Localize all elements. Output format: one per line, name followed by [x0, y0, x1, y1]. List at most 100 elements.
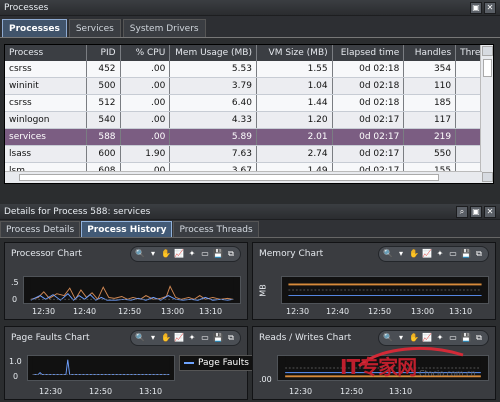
reads-writes-xtick-3: 13:10: [389, 387, 413, 396]
dropdown-icon[interactable]: ▾: [396, 333, 406, 343]
scroll-down-button[interactable]: [482, 172, 493, 182]
chart-icon[interactable]: 📈: [422, 249, 432, 259]
table-row[interactable]: wininit 500.00 3.79 1.04 0d 02:18 110: [5, 78, 493, 95]
processor-chart-panel: Processor Chart 🔍 ▾ ✋ 📈 ✦ ▭ 💾 ⧉ .5 0 12:…: [4, 242, 248, 320]
hand-icon[interactable]: ✋: [161, 249, 171, 259]
table-cell: 0d 02:17: [333, 146, 405, 162]
copy-icon[interactable]: ⧉: [226, 333, 236, 343]
close-icon[interactable]: ✕: [484, 1, 496, 14]
save-icon[interactable]: 💾: [213, 249, 223, 259]
memory-xtick-3: 12:50: [368, 307, 392, 316]
save-icon[interactable]: 💾: [461, 333, 471, 343]
zoom-icon[interactable]: 🔍: [135, 333, 145, 343]
reads-writes-ytick: .00: [259, 375, 272, 384]
window-buttons: ▣ ✕: [470, 1, 496, 14]
memory-xtick-1: 12:30: [286, 307, 310, 316]
page-faults-chart-title: Page Faults Chart: [11, 333, 90, 343]
table-cell: 2.74: [257, 146, 333, 162]
chart-icon[interactable]: 📈: [422, 333, 432, 343]
col-cpu[interactable]: % CPU: [121, 45, 171, 61]
process-table: Process PID % CPU Mem Usage (MB) VM Size…: [4, 44, 494, 184]
table-cell: 7.63: [170, 146, 257, 162]
col-handles[interactable]: Handles: [404, 45, 457, 61]
window-icon[interactable]: ▭: [448, 333, 458, 343]
marker-icon[interactable]: ✦: [187, 333, 197, 343]
zoom-icon[interactable]: 🔍: [383, 333, 393, 343]
table-body: csrss 452.00 5.53 1.55 0d 02:18 354 wininit 500…: [5, 61, 493, 183]
copy-icon[interactable]: ⧉: [474, 249, 484, 259]
table-cell: 0d 02:18: [333, 61, 405, 77]
col-mem[interactable]: Mem Usage (MB): [170, 45, 257, 61]
table-row[interactable]: csrss 452.00 5.53 1.55 0d 02:18 354: [5, 61, 493, 78]
tab-system-drivers[interactable]: System Drivers: [122, 19, 206, 37]
horizontal-scroll-thumb[interactable]: [19, 174, 439, 181]
table-row[interactable]: csrss 512.00 6.40 1.44 0d 02:18 185: [5, 95, 493, 112]
zoom-icon[interactable]: 🔍: [383, 249, 393, 259]
col-pid[interactable]: PID: [87, 45, 121, 61]
tab-processes[interactable]: Processes: [2, 19, 67, 37]
col-process[interactable]: Process: [5, 45, 87, 61]
hand-icon[interactable]: ✋: [409, 333, 419, 343]
processor-xtick-2: 12:40: [73, 307, 97, 316]
dropdown-icon[interactable]: ▾: [396, 249, 406, 259]
table-cell: 117: [404, 112, 457, 128]
hand-icon[interactable]: ✋: [409, 249, 419, 259]
zoom-icon[interactable]: 🔍: [135, 249, 145, 259]
page-faults-xtick-2: 12:50: [89, 387, 113, 396]
table-cell: 5.89: [170, 129, 257, 145]
table-row[interactable]: lsass 600 1.90 7.63 2.74 0d 02:17 550: [5, 146, 493, 163]
table-cell: csrss: [5, 95, 87, 111]
details-title: Details for Process 588: services: [4, 206, 151, 217]
tab-process-history[interactable]: Process History: [81, 221, 173, 237]
marker-icon[interactable]: ✦: [435, 249, 445, 259]
memory-chart-plot: [281, 276, 489, 304]
close-icon[interactable]: ✕: [484, 205, 496, 218]
table-row[interactable]: winlogon 540.00 4.33 1.20 0d 02:17 117: [5, 112, 493, 129]
processor-chart-header: Processor Chart 🔍 ▾ ✋ 📈 ✦ ▭ 💾 ⧉: [5, 243, 247, 265]
table-cell: 1.55: [257, 61, 333, 77]
table-cell: 354: [404, 61, 457, 77]
chart-icon[interactable]: 📈: [174, 333, 184, 343]
table-header: Process PID % CPU Mem Usage (MB) VM Size…: [5, 45, 493, 61]
page-faults-chart-plot: [27, 355, 175, 381]
dropdown-icon[interactable]: ▾: [148, 249, 158, 259]
memory-xtick-4: 13:00: [411, 307, 435, 316]
window-icon[interactable]: ▭: [200, 249, 210, 259]
tab-process-threads[interactable]: Process Threads: [173, 221, 259, 237]
table-cell: 6.40: [170, 95, 257, 111]
table-cell: 1.90: [121, 146, 171, 162]
vertical-scroll-thumb[interactable]: [483, 59, 492, 77]
save-icon[interactable]: 💾: [461, 249, 471, 259]
tab-services[interactable]: Services: [68, 19, 121, 37]
hand-icon[interactable]: ✋: [161, 333, 171, 343]
processor-chart-title: Processor Chart: [11, 249, 82, 259]
table-cell: 588: [87, 129, 121, 145]
tab-process-details[interactable]: Process Details: [0, 221, 81, 237]
table-cell: 550: [404, 146, 457, 162]
marker-icon[interactable]: ✦: [187, 249, 197, 259]
window-icon[interactable]: ▭: [448, 249, 458, 259]
page-faults-xtick-1: 12:30: [39, 387, 63, 396]
search-icon[interactable]: ⌕: [456, 205, 468, 218]
dropdown-icon[interactable]: ▾: [148, 333, 158, 343]
table-cell: 0d 02:18: [333, 95, 405, 111]
float-icon[interactable]: ▣: [470, 205, 482, 218]
memory-chart-panel: Memory Chart 🔍 ▾ ✋ 📈 ✦ ▭ 💾 ⧉ MB 12:30 12…: [252, 242, 496, 320]
vertical-scrollbar[interactable]: [480, 45, 493, 183]
save-icon[interactable]: 💾: [213, 333, 223, 343]
table-cell: 512: [87, 95, 121, 111]
chart-icon[interactable]: 📈: [174, 249, 184, 259]
copy-icon[interactable]: ⧉: [474, 333, 484, 343]
col-elapsed[interactable]: Elapsed time: [333, 45, 405, 61]
window-icon[interactable]: ▭: [200, 333, 210, 343]
scroll-up-button[interactable]: [482, 46, 493, 56]
float-icon[interactable]: ▣: [470, 1, 482, 14]
table-cell: services: [5, 129, 87, 145]
table-cell: 500: [87, 78, 121, 94]
marker-icon[interactable]: ✦: [435, 333, 445, 343]
table-row[interactable]: services 588.00 5.89 2.01 0d 02:17 219: [5, 129, 493, 146]
horizontal-scrollbar[interactable]: [5, 171, 482, 183]
copy-icon[interactable]: ⧉: [226, 249, 236, 259]
col-vm[interactable]: VM Size (MB): [257, 45, 333, 61]
table-cell: .00: [121, 112, 171, 128]
